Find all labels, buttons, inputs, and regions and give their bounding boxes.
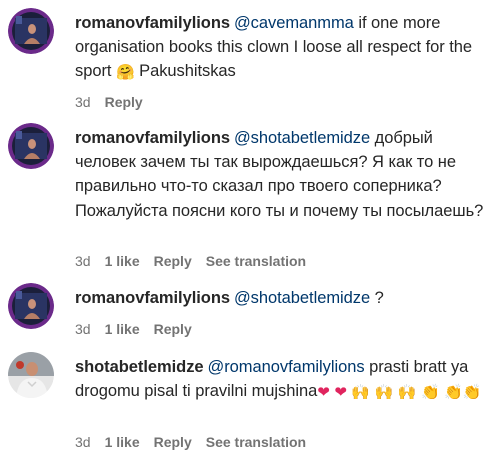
comment-meta: 3d 1 like Reply See translation [75,253,320,269]
heart-icon: ❤ [334,383,347,402]
user-avatar[interactable] [8,8,54,54]
reply-button[interactable]: Reply [154,253,192,269]
comment-username[interactable]: shotabetlemidze [75,358,204,376]
comment-meta: 3d 1 like Reply See translation [75,434,320,450]
comment-username[interactable]: romanovfamilylions [75,129,230,147]
comment-body: ? [370,289,384,307]
comment-mention-link[interactable]: @shotabetlemidze [234,129,370,147]
reply-button[interactable]: Reply [105,94,143,110]
raising-hands-icon: 🙌 [397,383,417,402]
avatar-fighter-icon [8,123,54,169]
comment-username[interactable]: romanovfamilylions [75,289,230,307]
comment-item: romanovfamilylions @cavemanmma if one mor… [0,0,496,115]
comment-mention-link[interactable]: @cavemanmma [234,14,354,32]
comment-time: 3d [75,94,91,110]
comment-text: romanovfamilylions @cavemanmma if one mor… [75,11,490,84]
comment-text: shotabetlemidze @romanovfamilylions prast… [75,355,490,403]
comment-text: romanovfamilylions @shotabetlemidze ? [75,286,490,310]
likes-count[interactable]: 1 like [105,434,140,450]
comment-text: romanovfamilylions @shotabetlemidze добры… [75,126,490,223]
heart-icon: ❤ [317,383,330,402]
clapping-hands-icon: 👏 [462,383,482,402]
user-avatar[interactable] [8,123,54,169]
comment-username[interactable]: romanovfamilylions [75,14,230,32]
comment-item: shotabetlemidze @romanovfamilylions prast… [0,348,496,450]
likes-count[interactable]: 1 like [105,253,140,269]
see-translation-button[interactable]: See translation [206,434,306,450]
raising-hands-icon: 🙌 [351,383,371,402]
comment-item: romanovfamilylions @shotabetlemidze ? 3d 1… [0,280,496,348]
comment-item: romanovfamilylions @shotabetlemidze добры… [0,115,496,280]
comment-body-tail: Pakushitskas [134,62,236,81]
user-avatar[interactable] [8,352,54,398]
comment-mention-link[interactable]: @shotabetlemidze [234,289,370,307]
likes-count[interactable]: 1 like [105,321,140,337]
see-translation-button[interactable]: See translation [206,253,306,269]
comment-mention-link[interactable]: @romanovfamilylions [208,358,365,376]
clapping-hands-icon: 👏 [444,383,463,402]
hugging-face-emoji: 🤗 [115,63,135,82]
avatar-fighter-icon [8,8,54,54]
avatar-fighter-icon [8,283,54,329]
comment-time: 3d [75,321,91,337]
comment-meta: 3d Reply [75,94,157,110]
comment-time: 3d [75,253,91,269]
raising-hands-icon: 🙌 [374,383,394,402]
clapping-hands-icon: 👏 [420,383,440,402]
reply-button[interactable]: Reply [154,434,192,450]
comment-time: 3d [75,434,91,450]
user-avatar[interactable] [8,283,54,329]
reply-button[interactable]: Reply [154,321,192,337]
comment-meta: 3d 1 like Reply [75,321,206,337]
avatar-fighter-white-shirt-icon [8,352,54,398]
